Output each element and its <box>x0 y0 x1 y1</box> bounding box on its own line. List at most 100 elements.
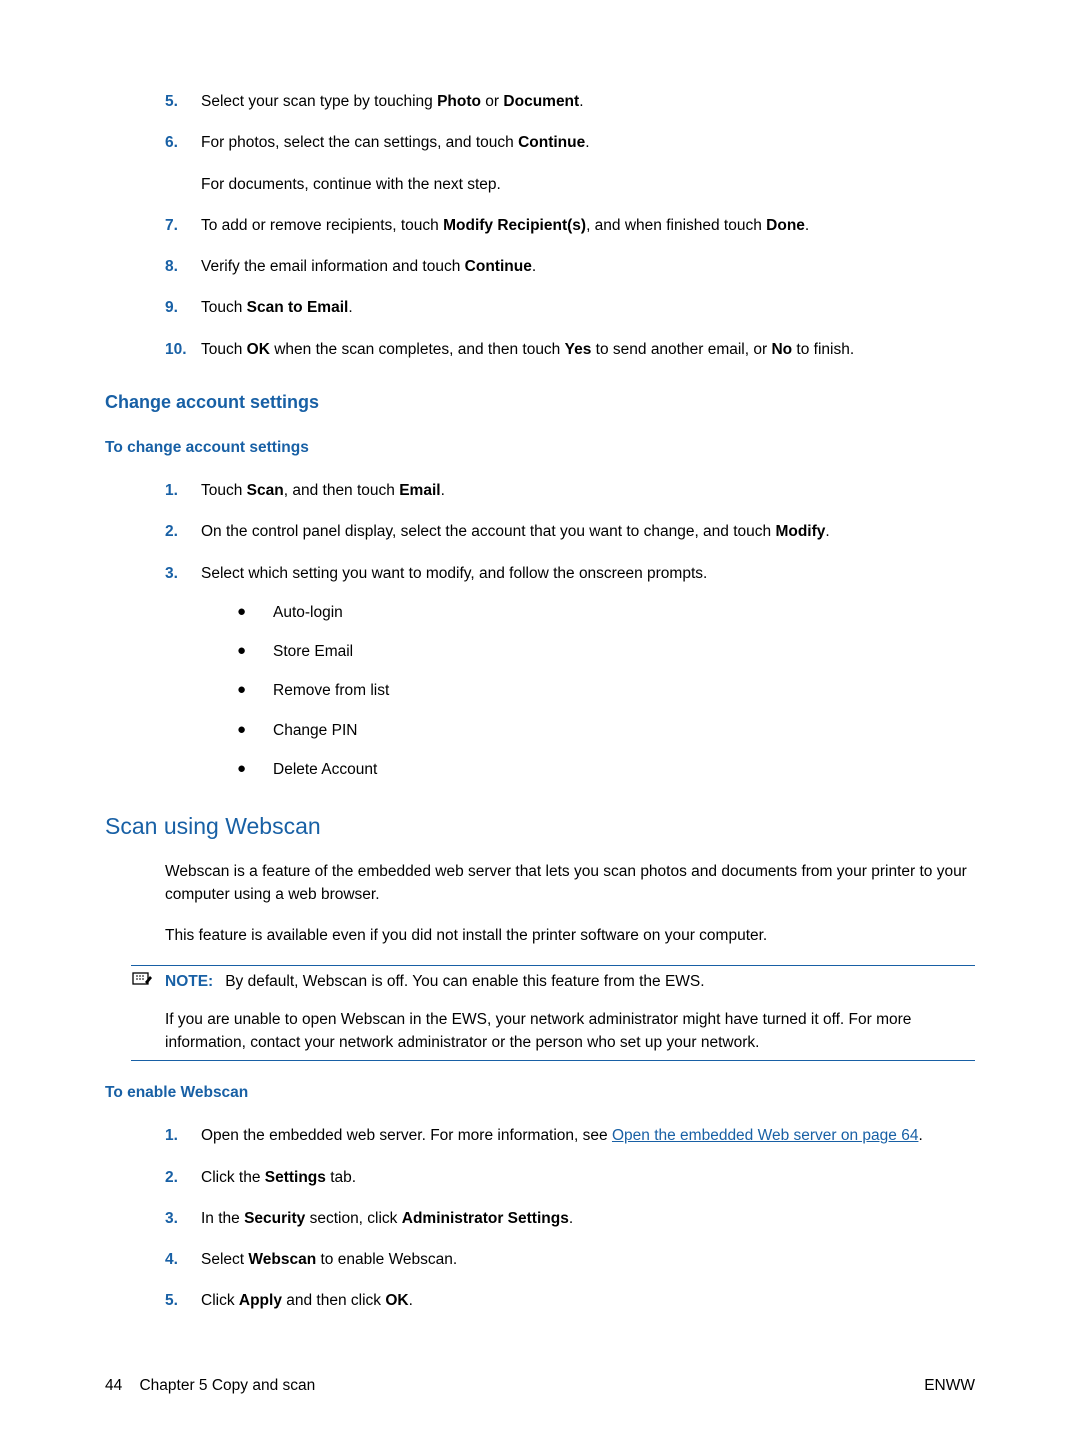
note-label: NOTE: <box>165 973 213 990</box>
bullet-icon: ● <box>237 601 273 624</box>
text: Touch <box>201 482 247 499</box>
bullet-item: ●Change PIN <box>237 719 975 742</box>
step-1: 1. Touch Scan, and then touch Email. <box>165 479 975 502</box>
heading-change-account: Change account settings <box>105 389 975 416</box>
step-7: 7. To add or remove recipients, touch Mo… <box>165 214 975 237</box>
text: In the <box>201 1210 244 1227</box>
step-text: Select Webscan to enable Webscan. <box>201 1248 975 1271</box>
step-text: For photos, select the can settings, and… <box>201 131 975 196</box>
step-2: 2. Click the Settings tab. <box>165 1166 975 1189</box>
bullet-item: ●Auto-login <box>237 601 975 624</box>
text: , and when finished touch <box>586 217 766 234</box>
text: . <box>825 523 829 540</box>
text: , and then touch <box>284 482 399 499</box>
step-number: 1. <box>165 479 201 502</box>
text: To add or remove recipients, touch <box>201 217 443 234</box>
step-number: 3. <box>165 1207 201 1230</box>
text-bold: Webscan <box>248 1251 316 1268</box>
text-bold: Administrator Settings <box>402 1210 569 1227</box>
text-bold: Apply <box>239 1292 282 1309</box>
text: section, click <box>305 1210 401 1227</box>
text-bold: Scan to Email <box>247 299 349 316</box>
note-box: NOTE:By default, Webscan is off. You can… <box>131 965 975 1061</box>
text-bold: Security <box>244 1210 305 1227</box>
step-text: Click the Settings tab. <box>201 1166 975 1189</box>
webscan-intro: Webscan is a feature of the embedded web… <box>105 860 975 948</box>
bullet-icon: ● <box>237 719 273 742</box>
bullet-list: ●Auto-login ●Store Email ●Remove from li… <box>201 601 975 781</box>
step-text: On the control panel display, select the… <box>201 520 975 543</box>
step-number: 2. <box>165 520 201 543</box>
step-number: 5. <box>165 1289 201 1312</box>
step-number: 2. <box>165 1166 201 1189</box>
step-number: 6. <box>165 131 201 196</box>
step-2: 2. On the control panel display, select … <box>165 520 975 543</box>
bullet-icon: ● <box>237 679 273 702</box>
step-3: 3. In the Security section, click Admini… <box>165 1207 975 1230</box>
text-bold: Scan <box>247 482 284 499</box>
bullet-text: Delete Account <box>273 758 377 781</box>
step-text: In the Security section, click Administr… <box>201 1207 975 1230</box>
step-number: 10. <box>165 338 201 361</box>
step-text: Click Apply and then click OK. <box>201 1289 975 1312</box>
text-bold: Email <box>399 482 440 499</box>
chapter-title: Chapter 5 Copy and scan <box>139 1377 315 1394</box>
step-5: 5. Select your scan type by touching Pho… <box>165 90 975 113</box>
text: . <box>805 217 809 234</box>
bullet-icon: ● <box>237 640 273 663</box>
bullet-text: Store Email <box>273 640 353 663</box>
text: . <box>569 1210 573 1227</box>
text: and then click <box>282 1292 385 1309</box>
text-bold: Photo <box>437 93 481 110</box>
enable-webscan-list: 1. Open the embedded web server. For mor… <box>105 1124 975 1312</box>
text: . <box>348 299 352 316</box>
text-bold: Settings <box>265 1169 326 1186</box>
text: . <box>585 134 589 151</box>
footer-left: 44 Chapter 5 Copy and scan <box>105 1374 315 1397</box>
text: to finish. <box>792 341 854 358</box>
paragraph: Webscan is a feature of the embedded web… <box>165 860 975 907</box>
instruction-list-continued: 5. Select your scan type by touching Pho… <box>105 90 975 361</box>
bullet-item: ●Store Email <box>237 640 975 663</box>
step-text: Touch OK when the scan completes, and th… <box>201 338 975 361</box>
step-3: 3. Select which setting you want to modi… <box>165 562 975 786</box>
text-bold: OK <box>247 341 270 358</box>
text-bold: Done <box>766 217 805 234</box>
step-text: Touch Scan, and then touch Email. <box>201 479 975 502</box>
bullet-item: ●Delete Account <box>237 758 975 781</box>
heading-to-change-account: To change account settings <box>105 436 975 459</box>
step-1: 1. Open the embedded web server. For mor… <box>165 1124 975 1147</box>
step-number: 7. <box>165 214 201 237</box>
note-content: NOTE:By default, Webscan is off. You can… <box>165 970 975 1054</box>
text: Click <box>201 1292 239 1309</box>
bullet-text: Auto-login <box>273 601 343 624</box>
text: Select <box>201 1251 248 1268</box>
text: Verify the email information and touch <box>201 258 465 275</box>
text-bold: Modify <box>775 523 825 540</box>
text: . <box>441 482 445 499</box>
cross-reference-link[interactable]: Open the embedded Web server on page 64 <box>612 1127 918 1144</box>
step-number: 9. <box>165 296 201 319</box>
page-number: 44 <box>105 1377 122 1394</box>
step-text: Verify the email information and touch C… <box>201 255 975 278</box>
bullet-text: Remove from list <box>273 679 389 702</box>
text: . <box>532 258 536 275</box>
paragraph: This feature is available even if you di… <box>165 924 975 947</box>
text: . <box>409 1292 413 1309</box>
step-number: 1. <box>165 1124 201 1147</box>
change-account-list: 1. Touch Scan, and then touch Email. 2. … <box>105 479 975 785</box>
bullet-icon: ● <box>237 758 273 781</box>
text-bold: Modify Recipient(s) <box>443 217 586 234</box>
text: Select which setting you want to modify,… <box>201 565 707 582</box>
step-8: 8. Verify the email information and touc… <box>165 255 975 278</box>
step-number: 5. <box>165 90 201 113</box>
step-4: 4. Select Webscan to enable Webscan. <box>165 1248 975 1271</box>
text: to enable Webscan. <box>316 1251 457 1268</box>
footer-right: ENWW <box>924 1374 975 1397</box>
text: . <box>918 1127 922 1144</box>
text: Click the <box>201 1169 265 1186</box>
text: tab. <box>326 1169 356 1186</box>
text: Touch <box>201 299 247 316</box>
text: . <box>579 93 583 110</box>
step-6: 6. For photos, select the can settings, … <box>165 131 975 196</box>
